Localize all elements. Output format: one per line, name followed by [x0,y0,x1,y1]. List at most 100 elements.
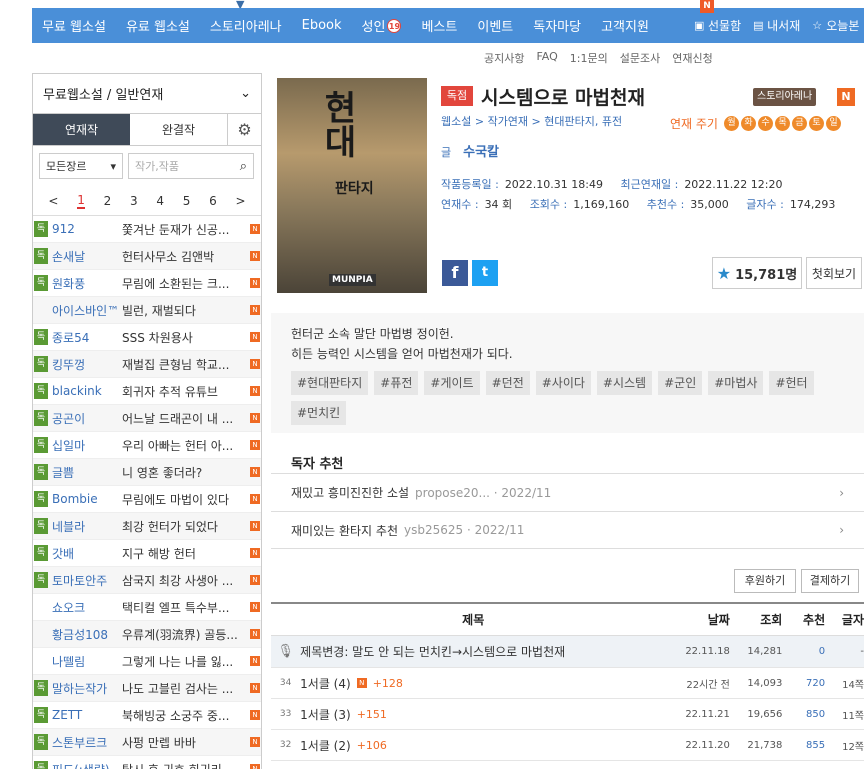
list-author[interactable]: 스톤부르크 [52,734,122,751]
page-6[interactable]: 6 [209,194,217,208]
list-author[interactable]: 912 [52,222,122,236]
tag[interactable]: #던전 [485,371,530,395]
page-4[interactable]: 4 [156,194,164,208]
list-title[interactable]: 재벌집 큰형님 학교... [122,356,248,373]
list-author[interactable]: 쇼오크 [52,599,122,616]
table-row[interactable]: 32 1서클 (2) +106 22.11.20 21,738 855 12쪽 [271,730,864,761]
list-author[interactable]: ZETT [52,708,122,722]
nav-support[interactable]: 고객지원 [591,8,659,43]
notice-link[interactable]: 공지사항 [484,50,524,66]
list-title[interactable]: 탈시 후 귀호 회귀리 [122,761,248,769]
list-author[interactable]: 원화풍 [52,275,122,292]
list-title[interactable]: 무림에 소환된는 크... [122,275,248,292]
page-1[interactable]: 1 [77,193,85,209]
support-button[interactable]: 후원하기 [734,569,796,593]
list-item[interactable]: 독 갓배 지구 해방 헌터 N [33,540,261,567]
facebook-icon[interactable]: f [442,260,468,286]
pay-button[interactable]: 결제하기 [801,569,859,593]
nav-ebook[interactable]: Ebook [292,8,352,43]
tag[interactable]: #헌터 [769,371,814,395]
list-title[interactable]: 니 영혼 좋더라? [122,464,248,481]
list-item[interactable]: 독 킹뚜껑 재벌집 큰형님 학교... N [33,351,261,378]
list-title[interactable]: 쫓겨난 둔재가 신공... [122,221,248,238]
tag[interactable]: #마법사 [708,371,764,395]
page-2[interactable]: 2 [104,194,112,208]
list-author[interactable]: 피도(:생략) [52,761,122,769]
list-title[interactable]: 사펑 만렙 바바 [122,734,248,751]
list-item[interactable]: 독 Bombie 무림에도 마법이 있다 N [33,486,261,513]
page-3[interactable]: 3 [130,194,138,208]
nav-adult[interactable]: 성인 19 [352,8,412,43]
episode-title[interactable]: 1서클 (2) [300,737,351,754]
list-item[interactable]: 황금성108 우류계(羽流界) 골등... N [33,621,261,648]
list-item[interactable]: 독 네블라 최강 헌터가 되었다 N [33,513,261,540]
list-title[interactable]: 회귀자 추적 유튜브 [122,383,248,400]
nav-reader-plaza[interactable]: 독자마당 [523,8,591,43]
my-library-link[interactable]: ▤ 내서재 [753,17,800,34]
nav-story-arena[interactable]: 스토리아레나 [200,8,292,43]
list-author[interactable]: 네블라 [52,518,122,535]
list-author[interactable]: 공곤이 [52,410,122,427]
tag[interactable]: #시스템 [596,371,653,395]
nav-event[interactable]: 이벤트 [467,8,523,43]
list-item[interactable]: 독 912 쫓겨난 둔재가 신공... N [33,216,261,243]
list-author[interactable]: Bombie [52,492,122,506]
list-item[interactable]: 독 원화풍 무림에 소환된는 크... N [33,270,261,297]
list-title[interactable]: 지구 해방 헌터 [122,545,248,562]
apply-link[interactable]: 연재신청 [672,50,712,66]
faq-link[interactable]: FAQ [536,50,557,66]
list-author[interactable]: 킹뚜껑 [52,356,122,373]
author-link[interactable]: 수국칼 [463,145,499,160]
list-title[interactable]: 우리 아빠는 헌터 아... [122,437,248,454]
list-item[interactable]: 독 공곤이 어느날 드래곤이 내 ... N [33,405,261,432]
tab-ongoing[interactable]: 연재작 [33,114,130,145]
list-title[interactable]: SSS 차원용사 [122,329,248,346]
list-title[interactable]: 나도 고블린 검사는 ... [122,680,248,697]
list-item[interactable]: 독 십일마 우리 아빠는 헌터 아... N [33,432,261,459]
notice-row[interactable]: 🎙 제목변경: 말도 안 되는 먼치킨→시스템으로 마법천재 22.11.18 … [271,636,864,668]
gift-box-link[interactable]: ▣ 선물함 [694,17,741,34]
reader-rec-item[interactable]: 재밌고 흥미진진한 소설 propose20... · 2022/11 › [271,473,864,511]
list-title[interactable]: 택티컬 엘프 특수부... [122,599,248,616]
tab-completed[interactable]: 완결작 [130,114,227,145]
nav-free-webnovel[interactable]: 무료 웹소설 [32,8,116,43]
cover-image[interactable]: 현대 판타지 MUNPIA [277,78,427,293]
inquiry-link[interactable]: 1:1문의 [570,50,608,66]
list-item[interactable]: 독 토마토안주 삼국지 최강 사생아 ... N [33,567,261,594]
list-item[interactable]: 독 스톤부르크 사펑 만렙 바바 N [33,729,261,756]
list-title[interactable]: 북해빙궁 소궁주 중... [122,707,248,724]
list-item[interactable]: 독 글쁨 니 영혼 좋더라? N [33,459,261,486]
list-item[interactable]: 쇼오크 택티컬 엘프 특수부... N [33,594,261,621]
list-author[interactable]: 십일마 [52,437,122,454]
tag[interactable]: #현대판타지 [291,371,369,395]
list-item[interactable]: 독 피도(:생략)탈시 후 귀호 회귀리N [33,756,261,769]
tag[interactable]: #퓨전 [374,371,419,395]
page-5[interactable]: 5 [183,194,191,208]
list-author[interactable]: 말하는작가 [52,680,122,697]
list-author[interactable]: 토마토안주 [52,572,122,589]
list-title[interactable]: 어느날 드래곤이 내 ... [122,410,248,427]
tag[interactable]: #사이다 [535,371,591,395]
tag[interactable]: #먼치킨 [291,401,347,425]
list-title[interactable]: 빌런, 재벌되다 [122,302,248,319]
list-author[interactable]: 갓배 [52,545,122,562]
list-title[interactable]: 그렇게 나는 나를 잃... [122,653,248,670]
chevron-down-icon[interactable]: ⌄ [240,86,251,101]
tag[interactable]: #게이트 [424,371,480,395]
list-item[interactable]: 독 말하는작가 나도 고블린 검사는 ... N [33,675,261,702]
breadcrumb[interactable]: 웹소설 > 작가연재 > 현대판타지, 퓨전 [441,113,622,129]
list-item[interactable]: 나뗄림 그렇게 나는 나를 잃... N [33,648,261,675]
list-author[interactable]: 종로54 [52,329,122,346]
list-item[interactable]: 아이스바인™ 빌런, 재벌되다 N [33,297,261,324]
list-item[interactable]: 독 blackink 회귀자 추적 유튜브 N [33,378,261,405]
list-item[interactable]: 독 종로54 SSS 차원용사 N [33,324,261,351]
episode-title[interactable]: 1서클 (4) [300,675,351,692]
search-icon[interactable]: ⌕ [240,159,247,174]
list-title[interactable]: 무림에도 마법이 있다 [122,491,248,508]
reader-rec-item[interactable]: 재미있는 환타지 추천 ysb25625 · 2022/11 › [271,511,864,549]
today-viewed-link[interactable]: ☆ 오늘본 [812,17,859,34]
nav-best[interactable]: 베스트 [411,8,467,43]
search-input[interactable]: 작가,작품 ⌕ [128,153,254,179]
episode-title[interactable]: 1서클 (3) [300,706,351,723]
first-episode-button[interactable]: 첫회보기 [806,257,862,289]
